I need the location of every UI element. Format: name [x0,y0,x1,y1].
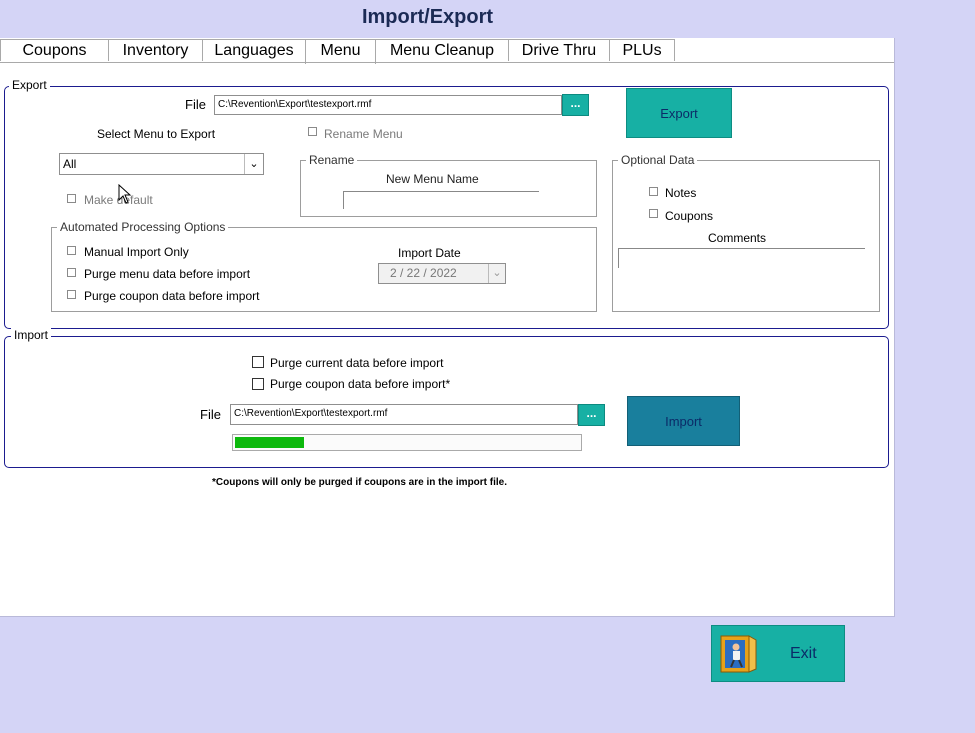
purge-coupon-export-checkbox[interactable] [67,290,76,299]
rename-menu-checkbox[interactable] [308,127,317,136]
exit-door-icon [720,635,757,673]
menu-select-value: All [63,157,77,171]
export-browse-button[interactable]: ... [562,94,589,116]
exit-button[interactable]: Exit [711,625,845,682]
purge-menu-label: Purge menu data before import [84,267,251,281]
manual-import-only-label: Manual Import Only [84,245,189,259]
new-menu-name-label: New Menu Name [386,172,479,186]
export-file-input[interactable]: C:\Revention\Export\testexport.rmf [214,95,562,115]
purge-current-checkbox[interactable] [252,356,264,368]
import-button[interactable]: Import [627,396,740,446]
tab-bar: Coupons Inventory Languages Menu Menu Cl… [0,39,894,64]
export-group-label: Export [9,78,50,92]
notes-label: Notes [665,186,697,200]
comments-input[interactable] [618,248,865,268]
tab-divider [0,62,894,63]
automated-processing-label: Automated Processing Options [57,220,229,234]
comments-label: Comments [708,231,767,245]
exit-button-label: Exit [790,645,817,662]
date-dropdown-chevron-icon[interactable]: ⌄ [488,264,505,283]
select-menu-label: Select Menu to Export [97,127,216,141]
window-title: Import/Export [361,6,494,28]
tab-drive-thru[interactable]: Drive Thru [508,39,610,61]
purge-menu-checkbox[interactable] [67,268,76,277]
import-file-input[interactable]: C:\Revention\Export\testexport.rmf [230,404,578,425]
tab-menu-cleanup[interactable]: Menu Cleanup [375,39,509,61]
coupons-checkbox[interactable] [649,209,658,218]
import-browse-button[interactable]: ... [578,404,605,426]
manual-import-only-checkbox[interactable] [67,246,76,255]
tab-inventory[interactable]: Inventory [108,39,203,61]
purge-current-label: Purge current data before import [270,356,444,370]
export-file-label: File [185,97,206,112]
import-date-label: Import Date [398,246,461,260]
export-button[interactable]: Export [626,88,732,138]
tab-languages[interactable]: Languages [202,39,306,61]
purge-coupon-import-checkbox[interactable] [252,378,264,390]
import-date-picker[interactable]: 2 / 22 / 2022 ⌄ [378,263,506,284]
coupons-footnote: *Coupons will only be purged if coupons … [212,477,508,488]
import-file-label: File [200,407,221,422]
rename-menu-label: Rename Menu [324,127,403,141]
coupons-label: Coupons [665,209,714,223]
tab-plus[interactable]: PLUs [609,39,675,61]
tab-coupons[interactable]: Coupons [0,39,109,61]
import-date-value: 2 / 22 / 2022 [390,266,457,280]
tab-menu[interactable]: Menu [305,39,376,64]
import-group-label: Import [11,328,52,342]
make-default-checkbox[interactable] [67,194,76,203]
mouse-cursor-icon [118,184,132,204]
notes-checkbox[interactable] [649,187,658,196]
rename-group-label: Rename [306,153,358,167]
import-progress-bar [232,434,582,451]
new-menu-name-input[interactable] [343,191,539,209]
menu-select[interactable]: All ⌄ [59,153,264,175]
purge-coupon-import-label: Purge coupon data before import* [270,377,451,391]
optional-data-label: Optional Data [618,153,698,167]
purge-coupon-export-label: Purge coupon data before import [84,289,260,303]
import-progress-fill [235,437,304,448]
chevron-down-icon[interactable]: ⌄ [244,154,263,174]
